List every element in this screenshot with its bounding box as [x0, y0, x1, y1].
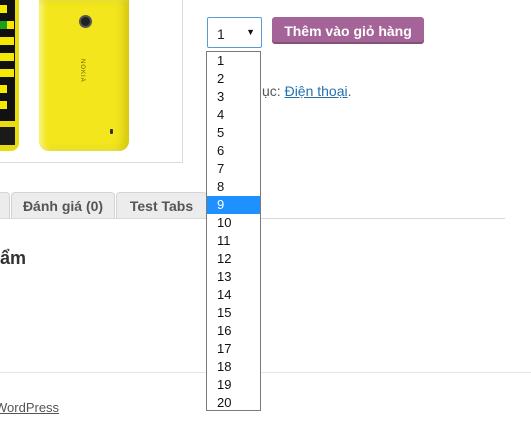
flash-icon: [110, 129, 113, 134]
phone-back-graphic: NOKIA: [39, 0, 129, 151]
category-link[interactable]: Điện thoại: [285, 83, 348, 99]
quantity-option[interactable]: 6: [207, 142, 260, 160]
tab-test-tabs[interactable]: Test Tabs: [116, 192, 207, 218]
quantity-option[interactable]: 8: [207, 178, 260, 196]
footer-wordpress-link[interactable]: WordPress: [0, 400, 59, 415]
quantity-option[interactable]: 10: [207, 214, 260, 232]
quantity-option[interactable]: 18: [207, 358, 260, 376]
quantity-option[interactable]: 19: [207, 376, 260, 394]
quantity-option[interactable]: 13: [207, 268, 260, 286]
add-to-cart-button[interactable]: Thêm vào giỏ hàng: [272, 17, 424, 44]
quantity-option[interactable]: 11: [207, 232, 260, 250]
section-heading: ẩm: [0, 248, 27, 268]
quantity-dropdown-list[interactable]: 1 2 3 4 5 6 7 8 9 10 11 12 13 14 15 16 17 18 19 20: [206, 51, 261, 411]
category-prefix: ục:: [262, 83, 285, 99]
category-suffix: .: [347, 83, 352, 99]
phone-screen-graphic: [0, 0, 15, 121]
quantity-option[interactable]: 16: [207, 322, 260, 340]
brand-logo: NOKIA: [79, 59, 85, 83]
quantity-option[interactable]: 5: [207, 124, 260, 142]
tab-description[interactable]: [0, 192, 10, 218]
quantity-option[interactable]: 3: [207, 88, 260, 106]
quantity-option[interactable]: 1: [207, 52, 260, 70]
chevron-down-icon: ▼: [246, 27, 255, 37]
quantity-option[interactable]: 4: [207, 106, 260, 124]
phone-front-graphic: [0, 0, 19, 151]
quantity-option[interactable]: 17: [207, 340, 260, 358]
quantity-option[interactable]: 14: [207, 286, 260, 304]
camera-icon: [79, 15, 92, 28]
quantity-option[interactable]: 2: [207, 70, 260, 88]
product-image[interactable]: NOKIA: [0, 0, 183, 163]
quantity-select[interactable]: 1 ▼: [207, 17, 262, 48]
footer-divider: [0, 372, 531, 373]
quantity-option[interactable]: 9: [207, 196, 260, 214]
quantity-option[interactable]: 20: [207, 394, 260, 412]
quantity-option[interactable]: 12: [207, 250, 260, 268]
product-category: ục: Điện thoại.: [262, 83, 352, 99]
tab-reviews[interactable]: Đánh giá (0): [11, 192, 115, 218]
quantity-select-value: 1: [217, 26, 225, 42]
quantity-option[interactable]: 15: [207, 304, 260, 322]
quantity-option[interactable]: 7: [207, 160, 260, 178]
